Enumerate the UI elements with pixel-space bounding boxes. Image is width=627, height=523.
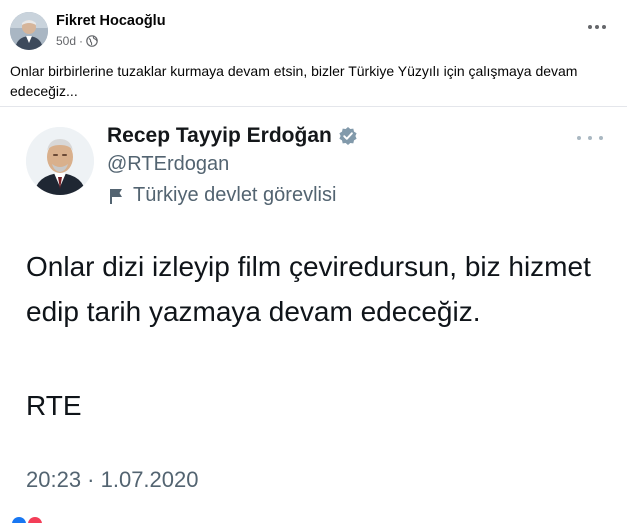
tweet-author-name: Recep Tayyip Erdoğan [107,124,358,148]
tweet-text: Onlar dizi izleyip film çeviredursun, bi… [26,251,591,327]
tweet-signature: RTE [26,390,82,421]
post-meta: 50d · [56,34,98,48]
dot [588,136,592,140]
like-reaction-icon [12,517,26,523]
tweet-screenshot[interactable]: Recep Tayyip Erdoğan @RTErdogan Türkiye … [0,107,627,523]
reaction-icons [12,517,46,523]
flag-icon [107,186,125,206]
tweet-author-name-text: Recep Tayyip Erdoğan [107,124,332,147]
government-label-text: Türkiye devlet görevlisi [133,184,337,206]
post-options-icon[interactable] [585,20,609,34]
government-label: Türkiye devlet görevlisi [107,184,336,207]
tweet-timestamp: 20:23 · 1.07.2020 [26,467,199,492]
love-reaction-icon [28,517,42,523]
verified-badge-icon [338,126,358,146]
dot [599,136,603,140]
tweet-author-handle: @RTErdogan [107,153,230,175]
author-name[interactable]: Fikret Hocaoğlu [56,13,166,29]
tweet-author-avatar [26,127,94,195]
dot [602,25,606,29]
tweet-author-photo [26,127,94,195]
post-header: Fikret Hocaoğlu 50d · Onlar birbirlerine… [0,0,627,107]
author-photo [10,12,48,50]
meta-separator: · [79,34,84,48]
dot [577,136,581,140]
author-avatar[interactable] [10,12,48,50]
post-text: Onlar birbirlerine tuzaklar kurmaya deva… [10,63,578,99]
dot [588,25,592,29]
post-time[interactable]: 50d [56,34,76,48]
tweet-options-icon [577,133,603,143]
dot [595,25,599,29]
globe-icon [86,35,98,47]
